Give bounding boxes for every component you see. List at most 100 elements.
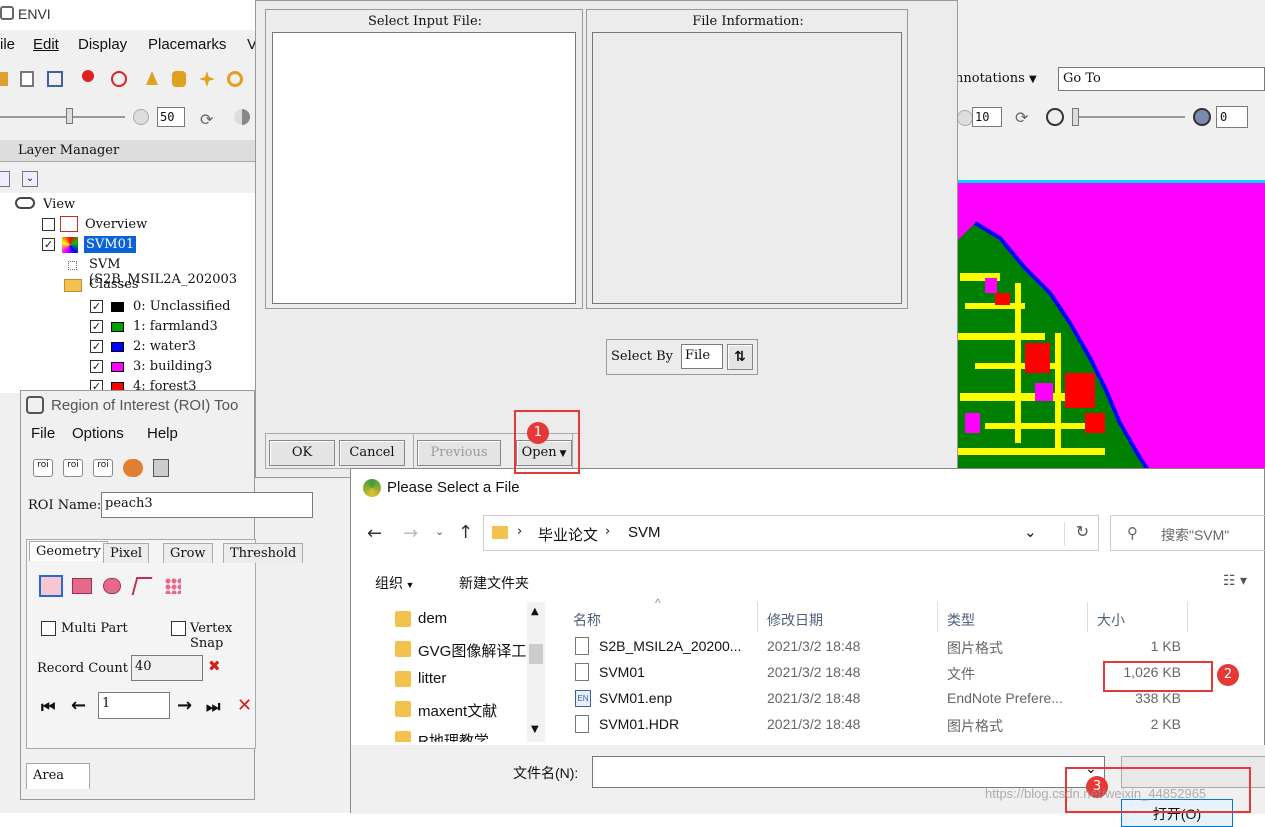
tree-overview-label[interactable]: Overview (85, 217, 147, 232)
view-options-icon[interactable]: ☷ ▾ (1223, 573, 1247, 589)
organize-menu[interactable]: 组织 ▼ (375, 573, 414, 593)
recent-chevron-icon[interactable]: ⌄ (435, 525, 444, 538)
opacity-full-icon[interactable] (1193, 108, 1211, 126)
zoom-slider-thumb[interactable] (66, 108, 73, 124)
svm01-checkbox[interactable]: ✓ (42, 238, 55, 251)
class-checkbox[interactable]: ✓ (90, 340, 103, 353)
roi-properties-icon[interactable] (123, 459, 143, 477)
class-color-swatch[interactable] (111, 302, 124, 312)
last-record-icon[interactable]: ⏭ (206, 697, 220, 717)
roi-name-field[interactable]: peach3 (101, 492, 313, 518)
goto-field[interactable]: Go To (1058, 67, 1265, 91)
cancel-button[interactable]: Cancel (339, 440, 405, 466)
next-record-icon[interactable]: → (177, 695, 192, 716)
select-by-field[interactable]: File (681, 344, 723, 369)
zoom-slider-track[interactable] (0, 116, 125, 118)
file-row[interactable]: S2B_MSIL2A_20200... 2021/3/2 18:48 图片格式 1 K… (561, 634, 1265, 660)
ellipse-tool-icon[interactable] (103, 578, 121, 594)
area-tab[interactable]: Area (26, 763, 90, 789)
class-label[interactable]: 2: water3 (133, 339, 196, 354)
class-color-swatch[interactable] (111, 362, 124, 372)
refresh-icon[interactable]: ⟳ (200, 110, 213, 129)
ok-button[interactable]: OK (269, 440, 335, 466)
vertex-snap-checkbox[interactable] (171, 621, 186, 636)
filename-input[interactable]: ⌄ (592, 756, 1105, 788)
classified-image[interactable] (955, 180, 1265, 470)
menu-display[interactable]: Display (78, 36, 127, 53)
scroll-down-icon[interactable]: ▼ (531, 724, 539, 735)
first-record-icon[interactable]: ⏮ (41, 697, 55, 717)
polygon-tool-icon[interactable] (39, 575, 63, 597)
menu-file[interactable]: ile (0, 36, 15, 53)
menu-edit[interactable]: Edit (33, 36, 59, 53)
tab-pixel[interactable]: Pixel (103, 543, 150, 563)
column-size[interactable]: 大小 (1097, 610, 1125, 630)
column-date[interactable]: 修改日期 (767, 610, 823, 630)
previous-record-icon[interactable]: ← (71, 695, 86, 716)
search-box[interactable]: ⚲ 搜索"SVM" (1110, 515, 1265, 551)
opacity-slider-track[interactable] (1075, 116, 1185, 118)
class-label[interactable]: 0: Unclassified (133, 299, 231, 314)
class-label[interactable]: 3: building3 (133, 359, 212, 374)
input-file-list[interactable] (272, 32, 576, 304)
refresh-icon-2[interactable]: ⟳ (1015, 108, 1028, 127)
cursor-icon[interactable] (146, 71, 158, 85)
zoom-reset-icon-2[interactable] (957, 110, 973, 126)
tab-geometry[interactable]: Geometry (29, 541, 108, 561)
multi-part-checkbox[interactable] (41, 621, 56, 636)
rotate-icon[interactable] (227, 71, 243, 87)
address-dropdown-icon[interactable]: ⌄ (1024, 523, 1037, 541)
tree-svm01-label[interactable]: SVM01 (84, 236, 137, 253)
address-bar[interactable]: › 毕业论文 › SVM ⌄ ↻ (483, 515, 1099, 551)
opacity-value-field[interactable]: 0 (1216, 106, 1248, 128)
class-color-swatch[interactable] (111, 322, 124, 332)
record-index-field[interactable]: 1 (98, 692, 170, 719)
up-arrow-icon[interactable]: ↑ (458, 522, 473, 543)
breadcrumb-item-thesis[interactable]: 毕业论文 (538, 524, 598, 545)
tab-grow[interactable]: Grow (163, 543, 213, 563)
rectangle-tool-icon[interactable] (72, 578, 92, 594)
placemark-icon[interactable] (82, 70, 94, 82)
tab-threshold[interactable]: Threshold (223, 543, 304, 563)
forward-arrow-icon[interactable]: → (403, 523, 418, 544)
opacity-icon[interactable] (1046, 108, 1064, 126)
column-type[interactable]: 类型 (947, 610, 975, 630)
roi-menu-options[interactable]: Options (72, 425, 124, 442)
clipboard-icon[interactable] (20, 71, 34, 87)
folder-nav-item[interactable]: R地理教学 (351, 726, 527, 742)
column-name[interactable]: 名称 (573, 610, 601, 630)
folder-pane-scrollbar[interactable]: ▲ ▼ (527, 602, 545, 742)
new-folder-button[interactable]: 新建文件夹 (459, 573, 529, 593)
collapse-icon[interactable] (0, 171, 10, 187)
scroll-thumb[interactable] (529, 644, 543, 664)
zoom-value-field[interactable]: 50 (157, 107, 185, 127)
previous-button[interactable]: Previous (417, 440, 501, 466)
contrast-icon[interactable] (234, 109, 250, 125)
class-color-swatch[interactable] (111, 342, 124, 352)
sort-arrows-icon[interactable]: ⇅ (727, 344, 753, 370)
folder-nav-item[interactable]: maxent文献 (351, 696, 527, 722)
crop-icon[interactable] (47, 71, 63, 87)
crosshair-icon[interactable] (111, 71, 127, 87)
folder-nav-item[interactable]: GVG图像解译工 (351, 636, 527, 662)
file-row[interactable]: SVM01.HDR 2021/3/2 18:48 图片格式 2 KB (561, 712, 1265, 738)
annotations-dropdown[interactable]: nnotations ▼ (955, 71, 1050, 91)
menu-placemarks[interactable]: Placemarks (148, 36, 226, 53)
class-checkbox[interactable]: ✓ (90, 360, 103, 373)
add-roi-icon[interactable]: roi (33, 459, 53, 477)
delete-all-roi-icon[interactable]: roi (93, 459, 113, 477)
back-arrow-icon[interactable]: ← (367, 523, 382, 544)
zoom-reset-icon[interactable] (133, 109, 149, 125)
class-label[interactable]: 1: farmland3 (133, 319, 218, 334)
folder-nav-item[interactable]: litter (351, 666, 527, 692)
folder-nav-item[interactable]: dem (351, 606, 527, 632)
overview-checkbox[interactable] (42, 218, 55, 231)
class-checkbox[interactable]: ✓ (90, 320, 103, 333)
delete-records-icon[interactable]: ✖ (208, 657, 221, 675)
zoom-value-field-2[interactable]: 10 (972, 107, 1002, 127)
refresh-address-icon[interactable]: ↻ (1064, 522, 1100, 546)
calculator-icon[interactable] (153, 459, 169, 477)
folder-icon[interactable] (0, 72, 8, 86)
move-arrows-icon[interactable] (199, 71, 215, 87)
hand-pan-icon[interactable] (172, 71, 186, 87)
